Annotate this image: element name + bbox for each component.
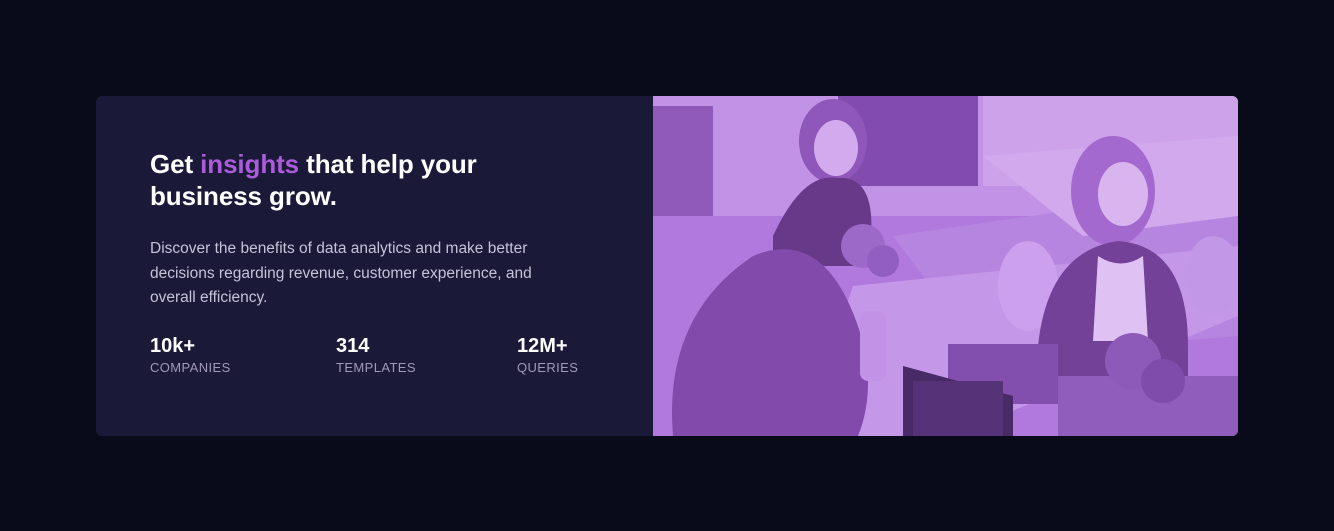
stats-row: 10k+ COMPANIES 314 TEMPLATES 12M+ QUERIE… [150,333,610,381]
stat-value: 12M+ [517,335,568,357]
stats-preview-card: Get insights that help your business gro… [96,96,1238,436]
headline-part1: Get [150,149,201,179]
headline-accent: insights [200,149,300,179]
description: Discover the benefits of data analytics … [150,240,532,306]
stat-label: QUERIES [517,360,579,375]
office-team-photo [653,96,1238,436]
stat-queries: 12M+ QUERIES [517,333,578,376]
stat-companies: 10k+ COMPANIES [150,333,231,376]
headline: Get insights that help your business gro… [150,148,570,212]
office-team-illustration [653,96,1238,436]
card-content: Get insights that help your business gro… [96,96,653,436]
stat-templates: 314 TEMPLATES [336,333,416,376]
stat-label: COMPANIES [150,360,231,375]
stat-value: 314 [336,335,370,357]
stat-label: TEMPLATES [336,360,416,375]
stat-value: 10k+ [150,335,196,357]
